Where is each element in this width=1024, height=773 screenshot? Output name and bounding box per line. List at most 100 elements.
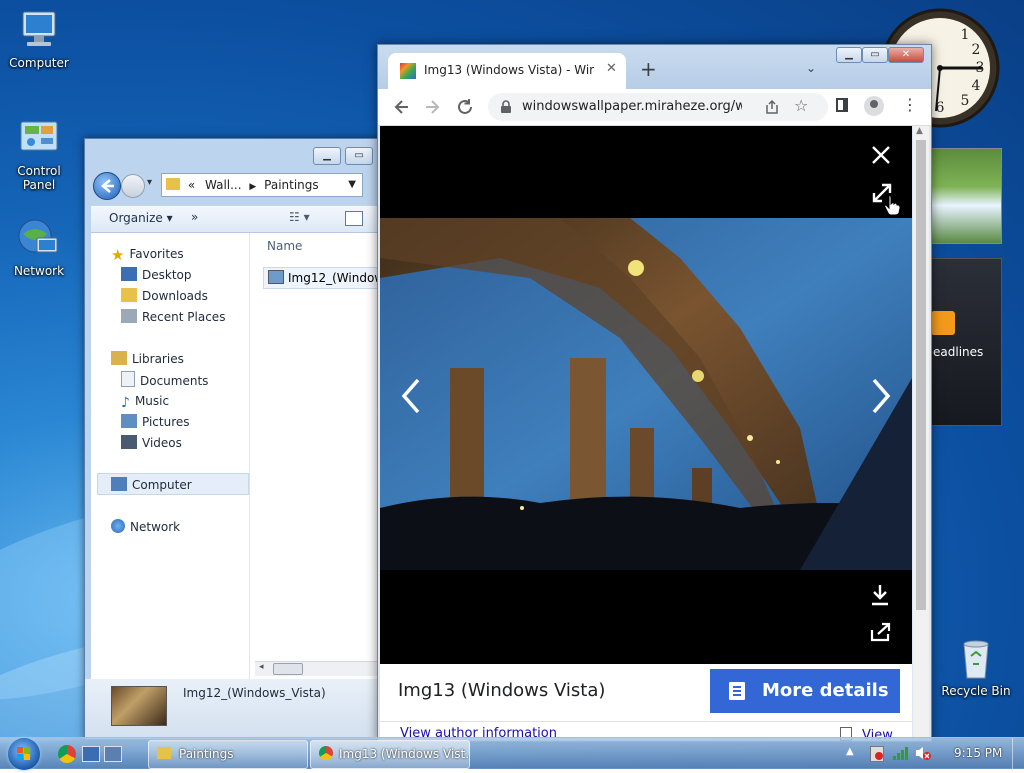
thumbnail-preview — [111, 686, 167, 726]
close-tab-icon[interactable]: ✕ — [606, 61, 617, 76]
nav-recent-places[interactable]: Recent Places — [121, 308, 225, 326]
nav-downloads[interactable]: Downloads — [121, 287, 208, 305]
divider — [380, 721, 912, 722]
taskbar-explorer-label: Paintings — [179, 747, 234, 761]
network-signal-icon[interactable] — [892, 745, 910, 761]
nav-label: Favorites — [129, 247, 184, 261]
nav-desktop[interactable]: Desktop — [121, 266, 192, 284]
chrome-quicklaunch-icon[interactable] — [58, 745, 76, 763]
nav-network[interactable]: Network — [111, 518, 180, 536]
chrome-minimize-button[interactable]: ▁ — [836, 47, 862, 63]
share-arrow-icon[interactable] — [870, 622, 892, 642]
scrollbar-thumb[interactable] — [916, 140, 926, 610]
taskbar-chrome-button[interactable]: Img13 (Windows Vist... — [310, 740, 470, 769]
nav-favorites[interactable]: ★ Favorites — [111, 245, 184, 264]
slideshow-gadget[interactable] — [930, 148, 1002, 244]
image-info-panel: Img13 (Windows Vista) More details View … — [380, 664, 912, 741]
nav-pictures[interactable]: Pictures — [121, 413, 190, 431]
desktop-icon-label: Recycle Bin — [941, 684, 1011, 698]
desktop-icon-recycle-bin[interactable]: Recycle Bin — [937, 636, 1015, 698]
views-button[interactable]: ☷ ▾ — [289, 210, 310, 224]
horizontal-scrollbar[interactable]: ◂ — [255, 661, 381, 676]
omnibox[interactable]: windowswallpaper.miraheze.org/wi... ☆ — [488, 93, 828, 121]
breadcrumb-paintings[interactable]: Paintings — [264, 178, 319, 192]
libraries-icon — [111, 351, 127, 365]
address-bar[interactable]: « Wall... ▶ Paintings ▼ — [161, 173, 363, 197]
scrollbar-thumb[interactable] — [273, 663, 303, 675]
explorer-window[interactable]: ▁ ▭ ▾ « Wall... ▶ Paintings ▼ Organize ▾… — [84, 138, 386, 740]
reload-icon[interactable] — [456, 98, 474, 116]
recycle-bin-icon — [963, 640, 989, 679]
nav-label: Computer — [132, 478, 192, 492]
maximize-button[interactable]: ▭ — [345, 147, 373, 165]
bookmark-star-icon[interactable]: ☆ — [794, 96, 808, 115]
share-icon[interactable] — [764, 99, 780, 115]
desktop-icon-label: Computer — [9, 56, 69, 70]
new-tab-button[interactable]: + — [640, 57, 657, 81]
show-desktop-button[interactable] — [1012, 738, 1024, 769]
nav-documents[interactable]: Documents — [121, 371, 208, 389]
chrome-maximize-button[interactable]: ▭ — [862, 47, 888, 63]
tab-search-icon[interactable]: ⌄ — [806, 61, 816, 75]
chrome-icon — [319, 746, 333, 760]
close-viewer-icon[interactable] — [870, 144, 892, 166]
tab-img13[interactable]: Img13 (Windows Vista) - Window ✕ — [388, 53, 626, 89]
more-details-label: More details — [762, 680, 889, 701]
next-image-icon[interactable] — [868, 376, 894, 416]
show-desktop-quicklaunch-icon[interactable] — [82, 746, 100, 762]
action-center-icon[interactable] — [870, 746, 884, 762]
address-dropdown-icon[interactable]: ▼ — [348, 174, 356, 196]
previous-image-icon[interactable] — [398, 376, 424, 416]
nav-computer[interactable]: Computer — [111, 476, 192, 494]
site-favicon-icon — [400, 63, 416, 79]
nav-label: Desktop — [142, 268, 192, 282]
forward-arrow-icon[interactable] — [424, 98, 442, 116]
clock-time[interactable]: 9:15 PM — [954, 746, 1002, 760]
switch-windows-quicklaunch-icon[interactable] — [104, 746, 122, 762]
side-panel-icon[interactable] — [836, 98, 848, 112]
computer-icon — [111, 477, 127, 491]
page-scrollbar[interactable]: ▲ — [913, 126, 929, 740]
svg-text:5: 5 — [961, 93, 970, 109]
nav-music[interactable]: ♪ Music — [121, 392, 169, 411]
file-item[interactable]: Img12_(Windows — [263, 267, 385, 289]
back-arrow-icon[interactable] — [392, 98, 410, 116]
chrome-window[interactable]: Img13 (Windows Vista) - Window ✕ + ⌄ ▁ ▭… — [377, 44, 932, 742]
organize-button[interactable]: Organize ▾ — [109, 211, 173, 225]
preview-pane-button[interactable] — [345, 211, 363, 226]
desktop-icon-control-panel[interactable]: Control Panel — [0, 116, 78, 192]
nav-libraries[interactable]: Libraries — [111, 350, 184, 368]
lock-icon[interactable] — [500, 100, 512, 114]
minimize-button[interactable]: ▁ — [313, 147, 341, 165]
volume-muted-icon[interactable] — [914, 745, 932, 761]
start-button[interactable] — [8, 738, 40, 770]
taskbar-explorer-button[interactable]: Paintings — [148, 740, 308, 769]
desktop-icon-computer[interactable]: Computer — [0, 8, 78, 70]
file-item-label: Img12_(Windows — [288, 271, 385, 285]
navigation-pane: ★ Favorites Desktop Downloads Recent Plac… — [91, 233, 250, 679]
nav-videos[interactable]: Videos — [121, 434, 182, 452]
more-details-button[interactable]: More details — [710, 669, 900, 713]
image-file-icon — [268, 270, 284, 284]
more-commands-button[interactable]: » — [191, 210, 198, 224]
folder-icon — [166, 178, 180, 190]
chrome-close-button[interactable]: ✕ — [888, 47, 924, 63]
scroll-up-icon[interactable]: ▲ — [916, 126, 923, 136]
back-button[interactable] — [93, 172, 121, 200]
breadcrumb-wallpapers[interactable]: Wall... — [205, 178, 242, 192]
computer-icon — [22, 11, 56, 46]
profile-avatar-icon[interactable] — [864, 96, 884, 116]
download-icon[interactable] — [870, 584, 890, 606]
show-hidden-icons-icon[interactable]: ▲ — [846, 746, 854, 757]
svg-text:2: 2 — [972, 42, 981, 58]
recent-pages-dropdown-icon[interactable]: ▾ — [147, 177, 152, 188]
forward-button[interactable] — [121, 174, 145, 198]
column-header-name[interactable]: Name — [267, 239, 302, 253]
menu-kebab-icon[interactable]: ⋮ — [902, 96, 918, 114]
desktop-icon-network[interactable]: Network — [0, 216, 78, 278]
star-icon: ★ — [111, 246, 125, 264]
scroll-left-icon[interactable]: ◂ — [259, 662, 264, 672]
nav-label: Libraries — [132, 352, 184, 366]
feed-headlines-gadget[interactable]: eadlines — [930, 258, 1002, 426]
address-prefix: « — [187, 178, 196, 192]
